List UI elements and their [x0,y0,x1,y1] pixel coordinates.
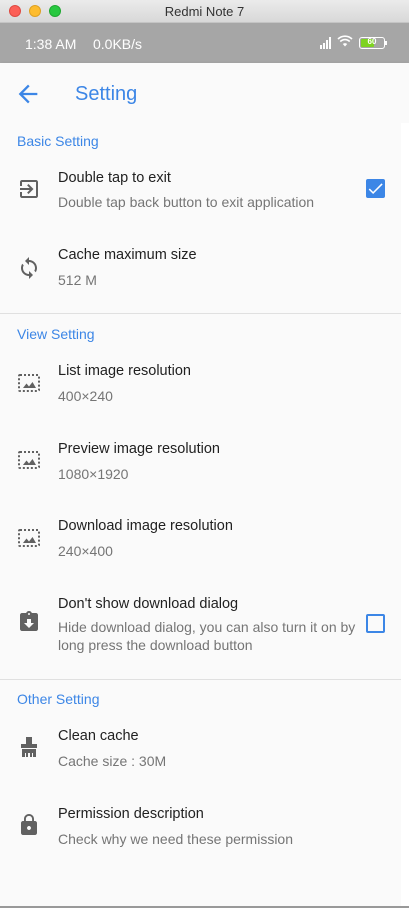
setting-subtitle: Hide download dialog, you can also turn … [58,619,356,653]
setting-title: Clean cache [58,728,139,744]
clipboard-download-icon [17,610,41,634]
setting-dont-show-download-dialog[interactable]: Don't show download dialog Hide download… [0,585,401,671]
wifi-icon [337,34,353,52]
window-titlebar: Redmi Note 7 [0,0,409,23]
setting-title: Cache maximum size [58,247,197,263]
section-divider [0,313,401,314]
setting-double-tap-exit[interactable]: Double tap to exit Double tap back butto… [0,158,401,224]
signal-icon [320,37,331,49]
setting-title: List image resolution [58,363,191,379]
image-selection-icon [17,526,41,550]
setting-subtitle: 240×400 [58,543,113,559]
window-title: Redmi Note 7 [164,4,245,19]
section-header-basic: Basic Setting [17,133,99,149]
setting-clean-cache[interactable]: Clean cache Cache size : 30M [0,717,401,783]
back-arrow-icon[interactable] [14,80,42,108]
setting-subtitle: 1080×1920 [58,466,129,482]
setting-permission-description[interactable]: Permission description Check why we need… [0,795,401,861]
setting-title: Double tap to exit [58,170,171,186]
section-divider [0,679,401,680]
status-bar: 1:38 AM 0.0KB/s 60 [0,23,409,63]
setting-download-image-resolution[interactable]: Download image resolution 240×400 [0,507,401,573]
setting-cache-max-size[interactable]: Cache maximum size 512 M [0,236,401,302]
setting-title: Permission description [58,806,204,822]
setting-subtitle: Double tap back button to exit applicati… [58,194,315,210]
exit-to-app-icon [17,177,41,201]
image-selection-icon [17,371,41,395]
double-tap-checkbox[interactable] [366,179,385,198]
setting-subtitle: 400×240 [58,388,113,404]
section-header-other: Other Setting [17,691,100,707]
image-selection-icon [17,448,41,472]
setting-subtitle: Check why we need these permission [58,831,294,847]
section-header-view: View Setting [17,326,95,342]
status-icons: 60 [320,34,387,52]
status-time: 1:38 AM [25,36,77,52]
page-title: Setting [75,83,138,105]
app-bar: Setting [0,63,409,123]
broom-icon [17,735,41,759]
dont-show-dialog-checkbox[interactable] [366,614,385,633]
setting-list-image-resolution[interactable]: List image resolution 400×240 [0,352,401,418]
setting-preview-image-resolution[interactable]: Preview image resolution 1080×1920 [0,430,401,496]
battery-level: 60 [367,37,377,46]
setting-title: Download image resolution [58,518,233,534]
battery-icon: 60 [359,37,387,49]
sync-icon [17,256,41,280]
setting-title: Don't show download dialog [58,596,239,612]
lock-icon [17,813,41,837]
status-network-speed: 0.0KB/s [93,36,143,52]
setting-subtitle: 512 M [58,272,97,288]
setting-title: Preview image resolution [58,441,220,457]
setting-subtitle: Cache size : 30M [58,753,167,769]
